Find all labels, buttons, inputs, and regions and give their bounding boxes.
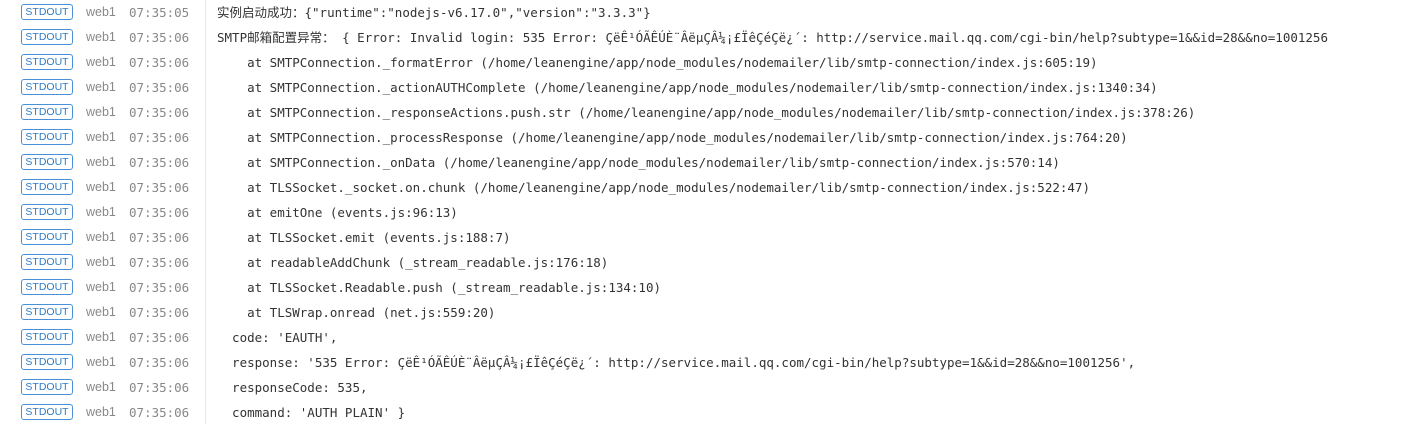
stream-badge: STDOUT — [21, 179, 73, 195]
instance-name: web1 — [86, 280, 116, 294]
stream-badge: STDOUT — [21, 4, 73, 20]
instance-name: web1 — [86, 255, 116, 269]
instance-name: web1 — [86, 230, 116, 244]
stream-badge: STDOUT — [21, 329, 73, 345]
stream-badge: STDOUT — [21, 29, 73, 45]
instance-name: web1 — [86, 155, 116, 169]
log-message: at SMTPConnection._processResponse (/hom… — [217, 130, 1128, 145]
log-timestamp: 07:35:06 — [129, 355, 190, 370]
log-row: STDOUT web1 07:35:06 response: '535 Error:… — [0, 350, 1424, 375]
log-row: STDOUT web1 07:35:06 at SMTPConnection._fo… — [0, 50, 1424, 75]
log-message: at SMTPConnection._formatError (/home/le… — [217, 55, 1098, 70]
instance-name: web1 — [86, 380, 116, 394]
log-message: at readableAddChunk (_stream_readable.js… — [217, 255, 609, 270]
stream-badge: STDOUT — [21, 304, 73, 320]
log-timestamp: 07:35:06 — [129, 155, 190, 170]
log-row: STDOUT web1 07:35:06 at SMTPConnection._pr… — [0, 125, 1424, 150]
log-row: STDOUT web1 07:35:06 responseCode: 535, — [0, 375, 1424, 400]
instance-name: web1 — [86, 205, 116, 219]
instance-name: web1 — [86, 30, 116, 44]
instance-name: web1 — [86, 355, 116, 369]
log-message: responseCode: 535, — [217, 380, 368, 395]
instance-name: web1 — [86, 330, 116, 344]
stream-badge: STDOUT — [21, 129, 73, 145]
log-timestamp: 07:35:06 — [129, 30, 190, 45]
log-timestamp: 07:35:05 — [129, 5, 190, 20]
log-row: STDOUT web1 07:35:06 at emitOne (events.js… — [0, 200, 1424, 225]
log-message: at TLSSocket._socket.on.chunk (/home/lea… — [217, 180, 1090, 195]
log-message: at TLSWrap.onread (net.js:559:20) — [217, 305, 496, 320]
log-message: at TLSSocket.emit (events.js:188:7) — [217, 230, 511, 245]
stream-badge: STDOUT — [21, 379, 73, 395]
log-row: STDOUT web1 07:35:06 at TLSSocket.Readable… — [0, 275, 1424, 300]
log-row: STDOUT web1 07:35:06 SMTP邮箱配置异常： { Error: I… — [0, 25, 1424, 50]
log-viewer: STDOUT web1 07:35:05 实例启动成功：{"runtime":"nod… — [0, 0, 1424, 424]
log-message: 实例启动成功：{"runtime":"nodejs-v6.17.0","vers… — [217, 5, 651, 20]
log-row: STDOUT web1 07:35:06 at TLSWrap.onread (ne… — [0, 300, 1424, 325]
log-timestamp: 07:35:06 — [129, 405, 190, 420]
instance-name: web1 — [86, 55, 116, 69]
instance-name: web1 — [86, 5, 116, 19]
log-timestamp: 07:35:06 — [129, 55, 190, 70]
instance-name: web1 — [86, 130, 116, 144]
log-row: STDOUT web1 07:35:06 code: 'EAUTH', — [0, 325, 1424, 350]
log-message: response: '535 Error: ÇëÊ¹ÓÃÊÚÈ¨ÂëµÇÂ¼¡£… — [217, 355, 1136, 370]
log-row: STDOUT web1 07:35:06 at SMTPConnection._re… — [0, 100, 1424, 125]
log-timestamp: 07:35:06 — [129, 105, 190, 120]
stream-badge: STDOUT — [21, 229, 73, 245]
stream-badge: STDOUT — [21, 154, 73, 170]
stream-badge: STDOUT — [21, 104, 73, 120]
log-message: code: 'EAUTH', — [217, 330, 338, 345]
stream-badge: STDOUT — [21, 254, 73, 270]
stream-badge: STDOUT — [21, 354, 73, 370]
log-message: at SMTPConnection._actionAUTHComplete (/… — [217, 80, 1158, 95]
stream-badge: STDOUT — [21, 204, 73, 220]
log-timestamp: 07:35:06 — [129, 130, 190, 145]
stream-badge: STDOUT — [21, 279, 73, 295]
stream-badge: STDOUT — [21, 79, 73, 95]
log-row: STDOUT web1 07:35:06 at readableAddChunk (… — [0, 250, 1424, 275]
log-timestamp: 07:35:06 — [129, 330, 190, 345]
log-row: STDOUT web1 07:35:06 at SMTPConnection._on… — [0, 150, 1424, 175]
instance-name: web1 — [86, 105, 116, 119]
log-timestamp: 07:35:06 — [129, 230, 190, 245]
log-message: at SMTPConnection._onData (/home/leaneng… — [217, 155, 1060, 170]
instance-name: web1 — [86, 405, 116, 419]
instance-name: web1 — [86, 305, 116, 319]
instance-name: web1 — [86, 80, 116, 94]
log-timestamp: 07:35:06 — [129, 305, 190, 320]
log-row: STDOUT web1 07:35:05 实例启动成功：{"runtime":"nod… — [0, 0, 1424, 25]
log-message: command: 'AUTH PLAIN' } — [217, 405, 406, 420]
log-row: STDOUT web1 07:35:06 at SMTPConnection._ac… — [0, 75, 1424, 100]
log-message: at SMTPConnection._responseActions.push.… — [217, 105, 1196, 120]
log-message: at emitOne (events.js:96:13) — [217, 205, 458, 220]
log-row: STDOUT web1 07:35:06 command: 'AUTH PLAIN'… — [0, 400, 1424, 425]
stream-badge: STDOUT — [21, 404, 73, 420]
log-timestamp: 07:35:06 — [129, 205, 190, 220]
stream-badge: STDOUT — [21, 54, 73, 70]
log-timestamp: 07:35:06 — [129, 280, 190, 295]
log-row: STDOUT web1 07:35:06 at TLSSocket._socket.… — [0, 175, 1424, 200]
log-timestamp: 07:35:06 — [129, 180, 190, 195]
log-timestamp: 07:35:06 — [129, 255, 190, 270]
log-message: at TLSSocket.Readable.push (_stream_read… — [217, 280, 662, 295]
log-timestamp: 07:35:06 — [129, 380, 190, 395]
log-row: STDOUT web1 07:35:06 at TLSSocket.emit (ev… — [0, 225, 1424, 250]
log-message: SMTP邮箱配置异常： { Error: Invalid login: 535 … — [217, 30, 1328, 45]
instance-name: web1 — [86, 180, 116, 194]
log-timestamp: 07:35:06 — [129, 80, 190, 95]
